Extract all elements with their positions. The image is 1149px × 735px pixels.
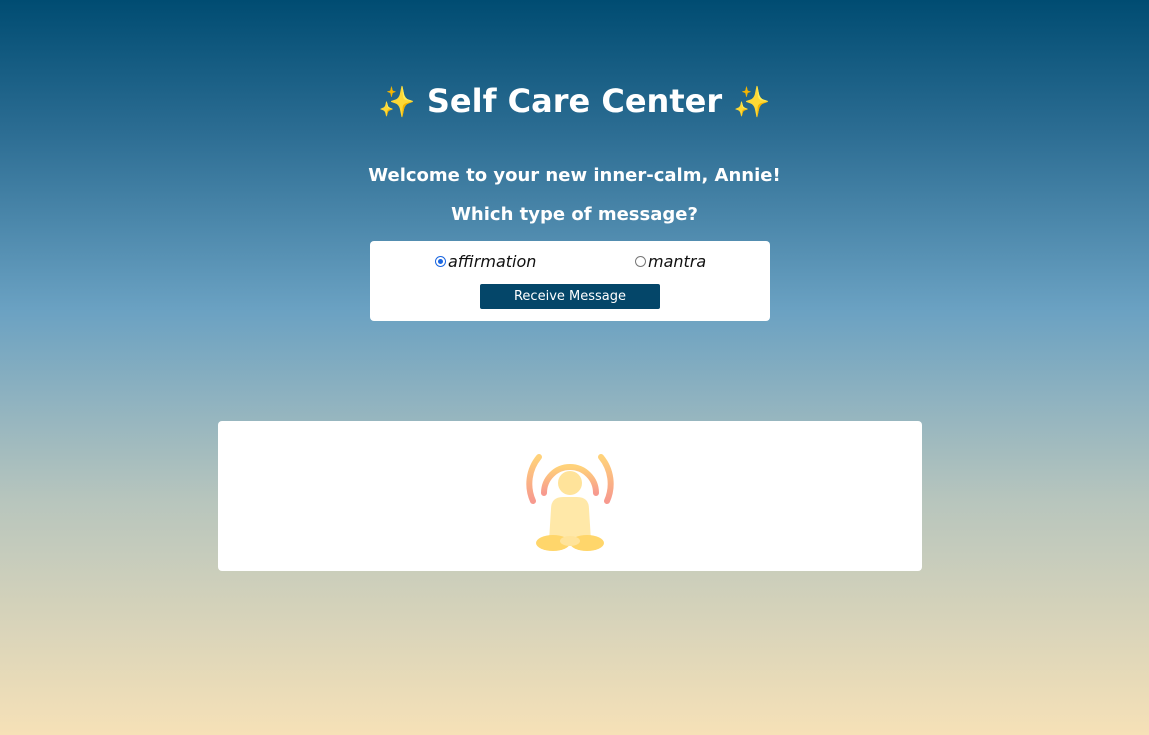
mantra-label: mantra (648, 251, 707, 271)
receive-message-button[interactable]: Receive Message (480, 284, 660, 309)
meditation-icon (526, 454, 614, 551)
sparkle-icon-left: ✨ (378, 85, 416, 120)
page-title: ✨ Self Care Center ✨ (0, 78, 1149, 126)
welcome-message: Welcome to your new inner-calm, Annie! (368, 165, 781, 186)
mantra-radio[interactable] (635, 255, 646, 267)
mantra-option[interactable]: mantra (635, 250, 706, 272)
message-display-panel (218, 421, 922, 571)
message-type-form: affirmation mantra Receive Message (370, 241, 770, 321)
page-title-text: Self Care Center (426, 82, 723, 120)
message-type-radio-group: affirmation mantra (370, 250, 770, 272)
affirmation-label: affirmation (448, 251, 537, 271)
sparkle-icon-right: ✨ (733, 85, 771, 120)
message-type-question: Which type of message? (451, 204, 698, 225)
affirmation-option[interactable]: affirmation (435, 250, 536, 272)
affirmation-radio[interactable] (435, 255, 446, 267)
